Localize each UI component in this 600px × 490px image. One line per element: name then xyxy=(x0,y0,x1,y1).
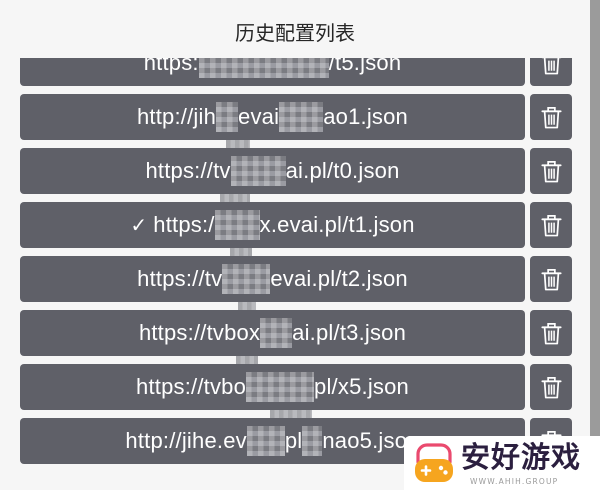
url-text: https://tvbox xyxy=(138,320,261,345)
config-url-button[interactable]: http://jih evai ao1.json xyxy=(20,94,525,140)
delete-button[interactable] xyxy=(530,202,572,248)
config-url-button[interactable]: https://tv evai.pl/t2.json xyxy=(20,256,525,302)
censor-mosaic xyxy=(279,102,324,132)
censor-mosaic xyxy=(246,372,315,402)
url-text: evai.pl/t2.json xyxy=(270,266,408,291)
trash-icon xyxy=(540,106,562,128)
delete-button[interactable] xyxy=(530,58,572,86)
censor-mosaic xyxy=(198,58,329,78)
censor-mosaic xyxy=(246,426,285,456)
config-url-button[interactable]: ✓ https:/ x.evai.pl/t1.json xyxy=(20,202,525,248)
history-row-selected: ✓ https:/ x.evai.pl/t1.json xyxy=(0,202,590,248)
censor-mosaic xyxy=(226,140,250,148)
history-row: https://tv evai.pl/t2.json xyxy=(0,256,590,302)
censor-mosaic xyxy=(270,410,312,418)
censor-mosaic xyxy=(214,210,260,240)
history-row: https://tvbo pl/x5.json xyxy=(0,364,590,410)
censor-mosaic xyxy=(260,318,293,348)
delete-button[interactable] xyxy=(530,310,572,356)
censor-mosaic xyxy=(302,426,323,456)
history-row: https: /t5.json xyxy=(0,58,590,86)
url-text: ai.pl/t3.json xyxy=(292,320,407,345)
trash-icon xyxy=(540,160,562,182)
delete-button[interactable] xyxy=(530,256,572,302)
censor-mosaic xyxy=(216,102,239,132)
censor-mosaic xyxy=(230,248,252,256)
selected-check-mark: ✓ xyxy=(130,213,148,237)
url-text: pl xyxy=(284,428,303,453)
history-row: https://tvbox ai.pl/t3.json xyxy=(0,310,590,356)
delete-button[interactable] xyxy=(530,148,572,194)
config-url-button[interactable]: https: /t5.json xyxy=(20,58,525,86)
url-text: evai xyxy=(238,104,280,129)
url-text: /t5.json xyxy=(328,58,402,75)
watermark-brand: 安好游戏 xyxy=(461,440,582,474)
censor-mosaic xyxy=(220,194,250,202)
url-text: https:/ xyxy=(153,212,215,237)
history-config-dialog: 历史配置列表 https: /t5.json http://jih evai a… xyxy=(0,0,590,490)
url-text: https://tvbo xyxy=(136,374,247,399)
url-text: ai.pl/t0.json xyxy=(285,158,400,183)
config-url-button[interactable]: https://tv ai.pl/t0.json xyxy=(20,148,525,194)
config-url-button[interactable]: https://tvbox ai.pl/t3.json xyxy=(20,310,525,356)
config-url-button[interactable]: https://tvbo pl/x5.json xyxy=(20,364,525,410)
url-text: https: xyxy=(143,58,199,75)
watermark-logo: 安好游戏 WWW.AHIH.GROUP xyxy=(404,436,600,490)
url-text: https://tv xyxy=(137,266,223,291)
trash-icon xyxy=(540,214,562,236)
censor-mosaic xyxy=(222,264,271,294)
trash-icon xyxy=(540,376,562,398)
gamepad-icon xyxy=(415,443,453,482)
history-row: https://tv ai.pl/t0.json xyxy=(0,148,590,194)
url-text: http://jih xyxy=(137,104,217,129)
censor-mosaic xyxy=(238,302,256,310)
url-text: ao1.json xyxy=(323,104,408,129)
censor-mosaic xyxy=(236,356,258,364)
trash-icon xyxy=(543,58,559,74)
dialog-title: 历史配置列表 xyxy=(235,21,355,45)
history-row: http://jih evai ao1.json xyxy=(0,94,590,140)
watermark-site: WWW.AHIH.GROUP xyxy=(470,477,559,486)
delete-button[interactable] xyxy=(530,364,572,410)
url-text: pl/x5.json xyxy=(314,374,409,399)
trash-icon xyxy=(540,268,562,290)
censor-mosaic xyxy=(230,156,286,186)
delete-button[interactable] xyxy=(530,94,572,140)
url-text: http://jihe.ev xyxy=(125,428,247,453)
history-config-list[interactable]: https: /t5.json http://jih evai ao1.json… xyxy=(0,58,590,472)
url-text: x.evai.pl/t1.json xyxy=(259,212,415,237)
url-text: https://tv xyxy=(145,158,231,183)
trash-icon xyxy=(540,322,562,344)
